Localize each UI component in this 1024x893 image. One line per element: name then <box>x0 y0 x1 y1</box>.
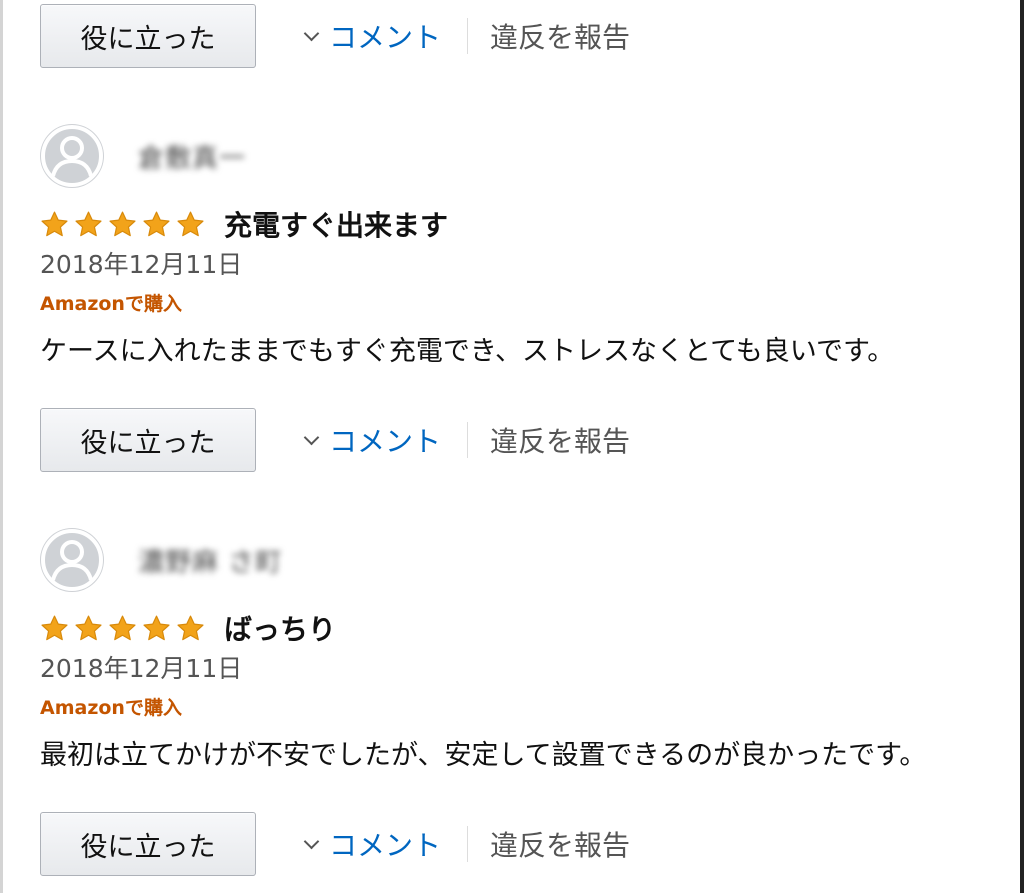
helpful-button[interactable]: 役に立った <box>40 408 256 472</box>
action-separator <box>467 826 469 862</box>
action-separator <box>467 18 469 54</box>
reviewer-name[interactable]: 倉敷真一 <box>138 138 246 175</box>
star-icon <box>41 211 68 236</box>
review-body: 最初は立てかけが不安でしたが、安定して設置できるのが良かったです。 <box>40 740 927 771</box>
star-icon <box>177 211 204 236</box>
comment-label: コメント <box>329 829 442 862</box>
report-abuse-link[interactable]: 違反を報告 <box>490 16 630 56</box>
page-right-border <box>1020 0 1024 893</box>
star-icon <box>177 615 204 640</box>
star-icon <box>143 211 170 236</box>
report-abuse-link[interactable]: 違反を報告 <box>490 824 630 864</box>
chevron-down-icon <box>303 429 320 445</box>
star-icon <box>75 615 102 640</box>
star-icon <box>109 615 136 640</box>
review-date: 2018年12月11日 <box>40 654 243 683</box>
verified-purchase-badge: Amazonで購入 <box>40 697 182 719</box>
review-actions: 役に立った コメント 違反を報告 <box>40 406 630 474</box>
review-body: ケースに入れたままでもすぐ充電でき、ストレスなくとても良いです。 <box>40 336 895 367</box>
star-rating[interactable] <box>40 614 210 643</box>
action-separator <box>467 422 469 458</box>
review-card: 倉敷真一 充電すぐ出来ます 2018年12月11日 Amazonで購入 ケースに… <box>40 122 1004 372</box>
star-icon <box>143 615 170 640</box>
star-icon <box>75 211 102 236</box>
chevron-down-icon <box>303 833 320 849</box>
review-title[interactable]: 充電すぐ出来ます <box>224 204 448 244</box>
comment-link[interactable]: コメント <box>303 824 442 864</box>
page-left-border <box>0 0 3 893</box>
review-actions-previous: 役に立った コメント 違反を報告 <box>40 2 630 70</box>
comment-link[interactable]: コメント <box>303 16 442 56</box>
comment-label: コメント <box>329 425 442 458</box>
chevron-down-icon <box>303 25 320 41</box>
avatar-icon <box>40 124 104 188</box>
star-rating[interactable] <box>40 210 210 239</box>
star-icon <box>41 615 68 640</box>
review-date: 2018年12月11日 <box>40 250 243 279</box>
comment-label: コメント <box>329 21 442 54</box>
reviewer-name[interactable]: 濃野麻 さ町 <box>138 542 282 579</box>
verified-purchase-badge: Amazonで購入 <box>40 293 182 315</box>
review-card: 濃野麻 さ町 ばっちり 2018年12月11日 Amazonで購入 最初は立てか… <box>40 526 1004 776</box>
avatar-icon <box>40 528 104 592</box>
reviewer-profile[interactable]: 濃野麻 さ町 <box>40 526 1004 594</box>
reviewer-profile[interactable]: 倉敷真一 <box>40 122 1004 190</box>
review-actions: 役に立った コメント 違反を報告 <box>40 810 630 878</box>
comment-link[interactable]: コメント <box>303 420 442 460</box>
helpful-button[interactable]: 役に立った <box>40 4 256 68</box>
star-icon <box>109 211 136 236</box>
review-title-row: ばっちり <box>40 608 1004 648</box>
helpful-button[interactable]: 役に立った <box>40 812 256 876</box>
review-title-row: 充電すぐ出来ます <box>40 204 1004 244</box>
report-abuse-link[interactable]: 違反を報告 <box>490 420 630 460</box>
review-title[interactable]: ばっちり <box>224 608 336 648</box>
